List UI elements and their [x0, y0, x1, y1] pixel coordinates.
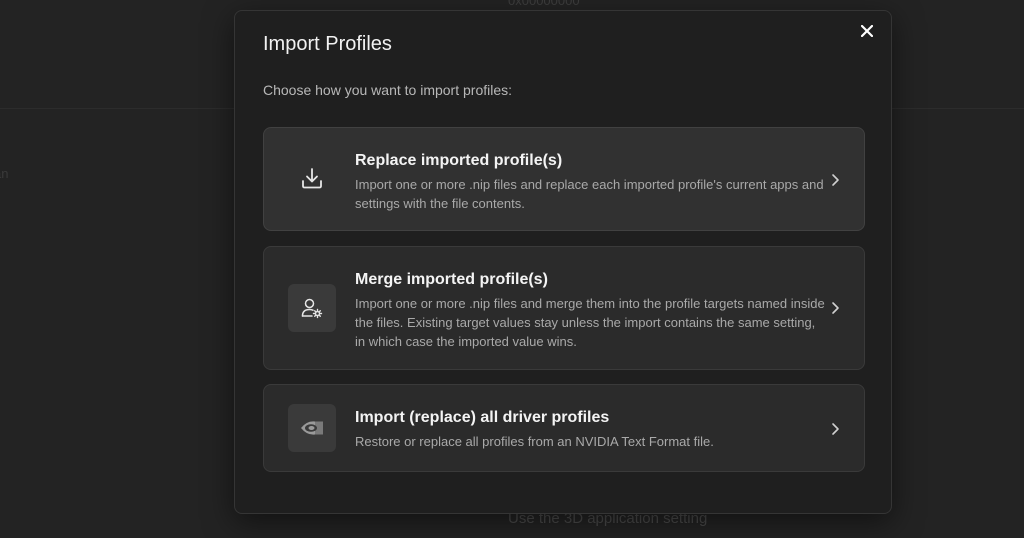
import-all-driver-profiles-option[interactable]: Import (replace) all driver profiles Res… [263, 384, 865, 472]
chevron-right-icon [830, 422, 842, 436]
background-left-text: an [0, 166, 9, 181]
merge-imported-profiles-option[interactable]: Merge imported profile(s) Import one or … [263, 246, 865, 370]
option-title: Merge imported profile(s) [355, 271, 548, 288]
dialog-title: Import Profiles [263, 33, 392, 55]
option-icon-container [288, 284, 336, 332]
option-icon-container [288, 155, 336, 203]
chevron-right-icon [830, 173, 842, 187]
option-description: Import one or more .nip files and merge … [355, 296, 825, 349]
option-description: Restore or replace all profiles from an … [355, 434, 714, 449]
option-icon-container [288, 404, 336, 452]
option-title: Replace imported profile(s) [355, 152, 563, 169]
dialog-subtitle: Choose how you want to import profiles: [263, 82, 513, 98]
nvidia-logo-icon [301, 421, 323, 435]
import-profiles-dialog: Import Profiles Choose how you want to i… [234, 10, 892, 514]
chevron-right-icon [830, 301, 842, 315]
user-settings-icon [301, 298, 323, 319]
close-button[interactable] [855, 19, 879, 43]
option-title: Import (replace) all driver profiles [355, 409, 610, 426]
background-hex-value: 0x00000000 [508, 0, 580, 8]
replace-imported-profiles-option[interactable]: Replace imported profile(s) Import one o… [263, 127, 865, 231]
option-description: Import one or more .nip files and replac… [355, 177, 824, 211]
close-icon [861, 25, 873, 37]
download-icon [302, 168, 322, 189]
